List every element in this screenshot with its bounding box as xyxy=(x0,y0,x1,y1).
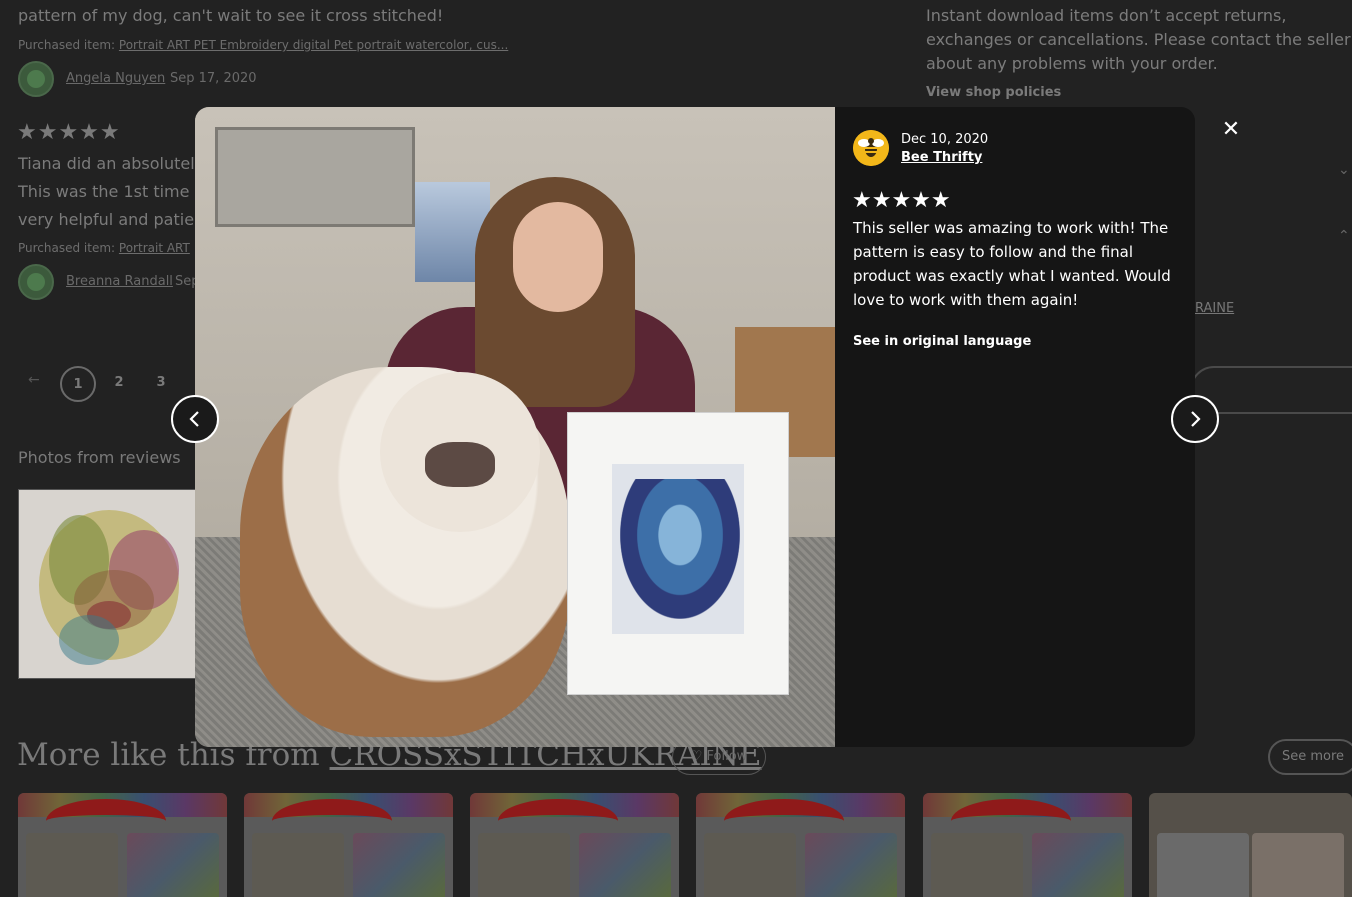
review-text-line: very helpful and patient xyxy=(18,210,211,229)
page-1-button[interactable]: 1 xyxy=(60,366,96,402)
page-2-button[interactable]: 2 xyxy=(101,366,137,402)
reviewer-name-link[interactable]: Angela Nguyen xyxy=(66,71,165,86)
reviewer-name-link[interactable]: Bee Thrifty xyxy=(901,150,982,165)
see-more-button[interactable]: See more xyxy=(1268,739,1352,775)
review-date: Sep 17, 2020 xyxy=(170,71,257,86)
dog-portrait-image xyxy=(19,490,197,678)
shop-link[interactable]: RAINE xyxy=(1195,301,1234,316)
review-text-line: This was the 1st time I’v xyxy=(18,182,214,201)
review-photo-modal: Dec 10, 2020 Bee Thrifty ★★★★★ This sell… xyxy=(195,107,1195,747)
listing-card[interactable] xyxy=(1149,793,1352,897)
chevron-up-icon[interactable]: ⌃ xyxy=(1338,228,1350,244)
pagination-prev-icon[interactable]: ← xyxy=(28,372,40,388)
review-text-line: Tiana did an absolutely xyxy=(18,154,205,173)
review-photo-thumbnail[interactable] xyxy=(18,489,198,679)
heart-icon: ♡ xyxy=(690,749,703,764)
review-photo xyxy=(195,107,835,747)
follow-label: Follow xyxy=(706,749,748,764)
listing-card[interactable] xyxy=(244,793,453,897)
avatar[interactable] xyxy=(18,264,54,300)
chevron-down-icon[interactable]: ⌄ xyxy=(1338,162,1350,178)
purchased-item-row: Purchased item: Portrait ART PET Embroid… xyxy=(18,38,508,52)
listing-card[interactable] xyxy=(696,793,905,897)
photos-from-reviews-title: Photos from reviews xyxy=(18,448,181,467)
star-rating: ★★★★★ xyxy=(17,120,121,145)
listing-card[interactable] xyxy=(923,793,1132,897)
purchased-item-link[interactable]: Portrait ART PET Embroidery digital Pet … xyxy=(119,38,508,52)
listing-card[interactable] xyxy=(18,793,227,897)
review-date: Dec 10, 2020 xyxy=(901,132,989,147)
listing-card[interactable] xyxy=(470,793,679,897)
purchased-label: Purchased item: xyxy=(18,241,116,255)
see-original-language-link[interactable]: See in original language xyxy=(853,334,1031,349)
purchased-item-link[interactable]: Portrait ART xyxy=(119,241,190,255)
chevron-right-icon[interactable] xyxy=(1171,395,1219,443)
view-shop-policies-link[interactable]: View shop policies xyxy=(926,85,1061,100)
review-text: pattern of my dog, can't wait to see it … xyxy=(18,6,444,25)
avatar[interactable] xyxy=(18,61,54,97)
reviewer-name-link[interactable]: Breanna Randall xyxy=(66,274,173,289)
page-3-button[interactable]: 3 xyxy=(143,366,179,402)
purchased-item-row: Purchased item: Portrait ART xyxy=(18,241,190,255)
bee-avatar-icon[interactable] xyxy=(853,130,889,166)
star-rating: ★★★★★ xyxy=(852,188,951,213)
shop-policy-text: Instant download items don’t accept retu… xyxy=(926,6,1351,73)
close-icon[interactable]: ✕ xyxy=(1216,116,1246,146)
chevron-left-icon[interactable] xyxy=(171,395,219,443)
purchased-label: Purchased item: xyxy=(18,38,116,52)
review-text: This seller was amazing to work with! Th… xyxy=(853,219,1171,309)
